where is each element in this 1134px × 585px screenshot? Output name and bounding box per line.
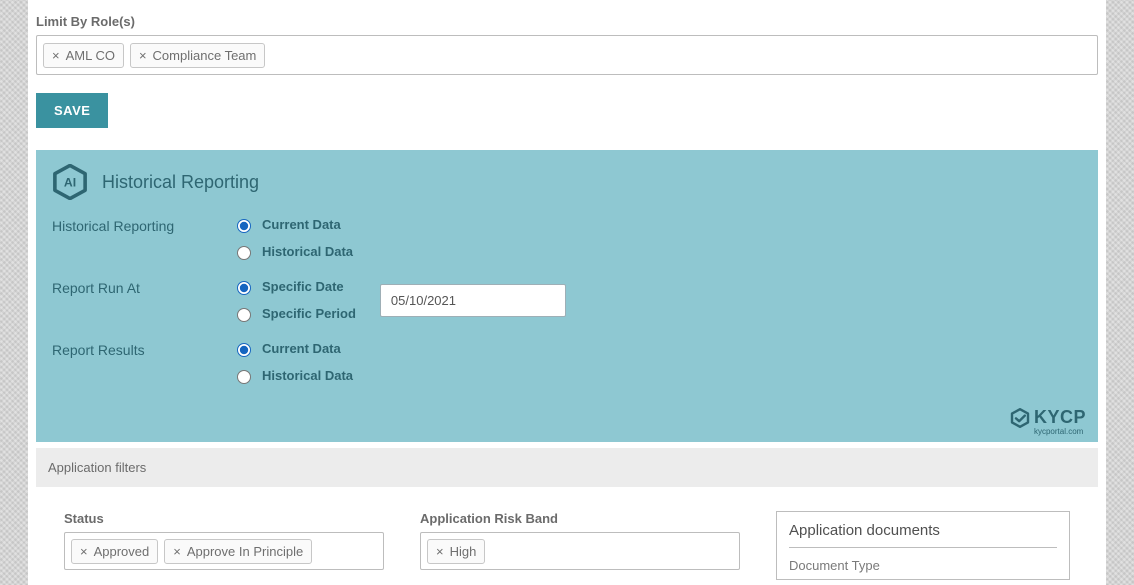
- riskband-tag-label: High: [450, 544, 477, 559]
- hr-reporting-historical-radio[interactable]: [237, 246, 251, 260]
- hr-results-label: Report Results: [52, 340, 232, 358]
- kycp-brand-text: KYCP: [1034, 407, 1086, 428]
- kycp-brand-logo: KYCP kycportal.com: [1010, 407, 1086, 436]
- role-tag[interactable]: × Compliance Team: [130, 43, 265, 68]
- remove-tag-icon[interactable]: ×: [80, 545, 88, 558]
- kycp-hex-icon: [1010, 408, 1030, 428]
- hr-runat-specific-period-label[interactable]: Specific Period: [262, 306, 356, 321]
- limit-by-roles-input[interactable]: × AML CO × Compliance Team: [36, 35, 1098, 75]
- status-filter-input[interactable]: × Approved × Approve In Principle: [64, 532, 384, 570]
- hr-results-current-radio[interactable]: [237, 343, 251, 357]
- kycp-brand-subtext: kycportal.com: [1034, 427, 1083, 436]
- application-documents-panel: Application documents Document Type: [776, 511, 1070, 580]
- hr-runat-specific-date-label[interactable]: Specific Date: [262, 279, 344, 294]
- riskband-filter-label: Application Risk Band: [420, 511, 740, 526]
- hr-runat-specific-period-radio[interactable]: [237, 308, 251, 322]
- historical-reporting-title: Historical Reporting: [102, 172, 259, 193]
- status-filter-label: Status: [64, 511, 384, 526]
- svg-text:AI: AI: [64, 175, 76, 189]
- hr-reporting-current-label[interactable]: Current Data: [262, 217, 341, 232]
- riskband-filter-input[interactable]: × High: [420, 532, 740, 570]
- hr-reporting-current-radio[interactable]: [237, 219, 251, 233]
- hr-reporting-historical-label[interactable]: Historical Data: [262, 244, 353, 259]
- status-tag-label: Approved: [94, 544, 150, 559]
- remove-tag-icon[interactable]: ×: [139, 49, 147, 62]
- hr-runat-specific-date-radio[interactable]: [237, 281, 251, 295]
- limit-by-roles-label: Limit By Role(s): [28, 14, 1106, 29]
- status-tag[interactable]: × Approved: [71, 539, 158, 564]
- hr-results-current-label[interactable]: Current Data: [262, 341, 341, 356]
- status-tag[interactable]: × Approve In Principle: [164, 539, 312, 564]
- application-documents-title: Application documents: [789, 522, 1057, 548]
- application-filters-header: Application filters: [36, 448, 1098, 487]
- document-type-label: Document Type: [789, 558, 1057, 573]
- run-at-date-input[interactable]: [380, 284, 566, 317]
- historical-reporting-panel: AI Historical Reporting Historical Repor…: [36, 150, 1098, 442]
- role-tag-label: Compliance Team: [153, 48, 257, 63]
- role-tag-label: AML CO: [66, 48, 115, 63]
- riskband-tag[interactable]: × High: [427, 539, 485, 564]
- hr-results-historical-label[interactable]: Historical Data: [262, 368, 353, 383]
- remove-tag-icon[interactable]: ×: [173, 545, 181, 558]
- hr-results-historical-radio[interactable]: [237, 370, 251, 384]
- remove-tag-icon[interactable]: ×: [52, 49, 60, 62]
- hr-runat-label: Report Run At: [52, 278, 232, 296]
- role-tag[interactable]: × AML CO: [43, 43, 124, 68]
- save-button[interactable]: SAVE: [36, 93, 108, 128]
- status-tag-label: Approve In Principle: [187, 544, 303, 559]
- hr-reporting-label: Historical Reporting: [52, 216, 232, 234]
- remove-tag-icon[interactable]: ×: [436, 545, 444, 558]
- ai-hex-icon: AI: [52, 164, 88, 200]
